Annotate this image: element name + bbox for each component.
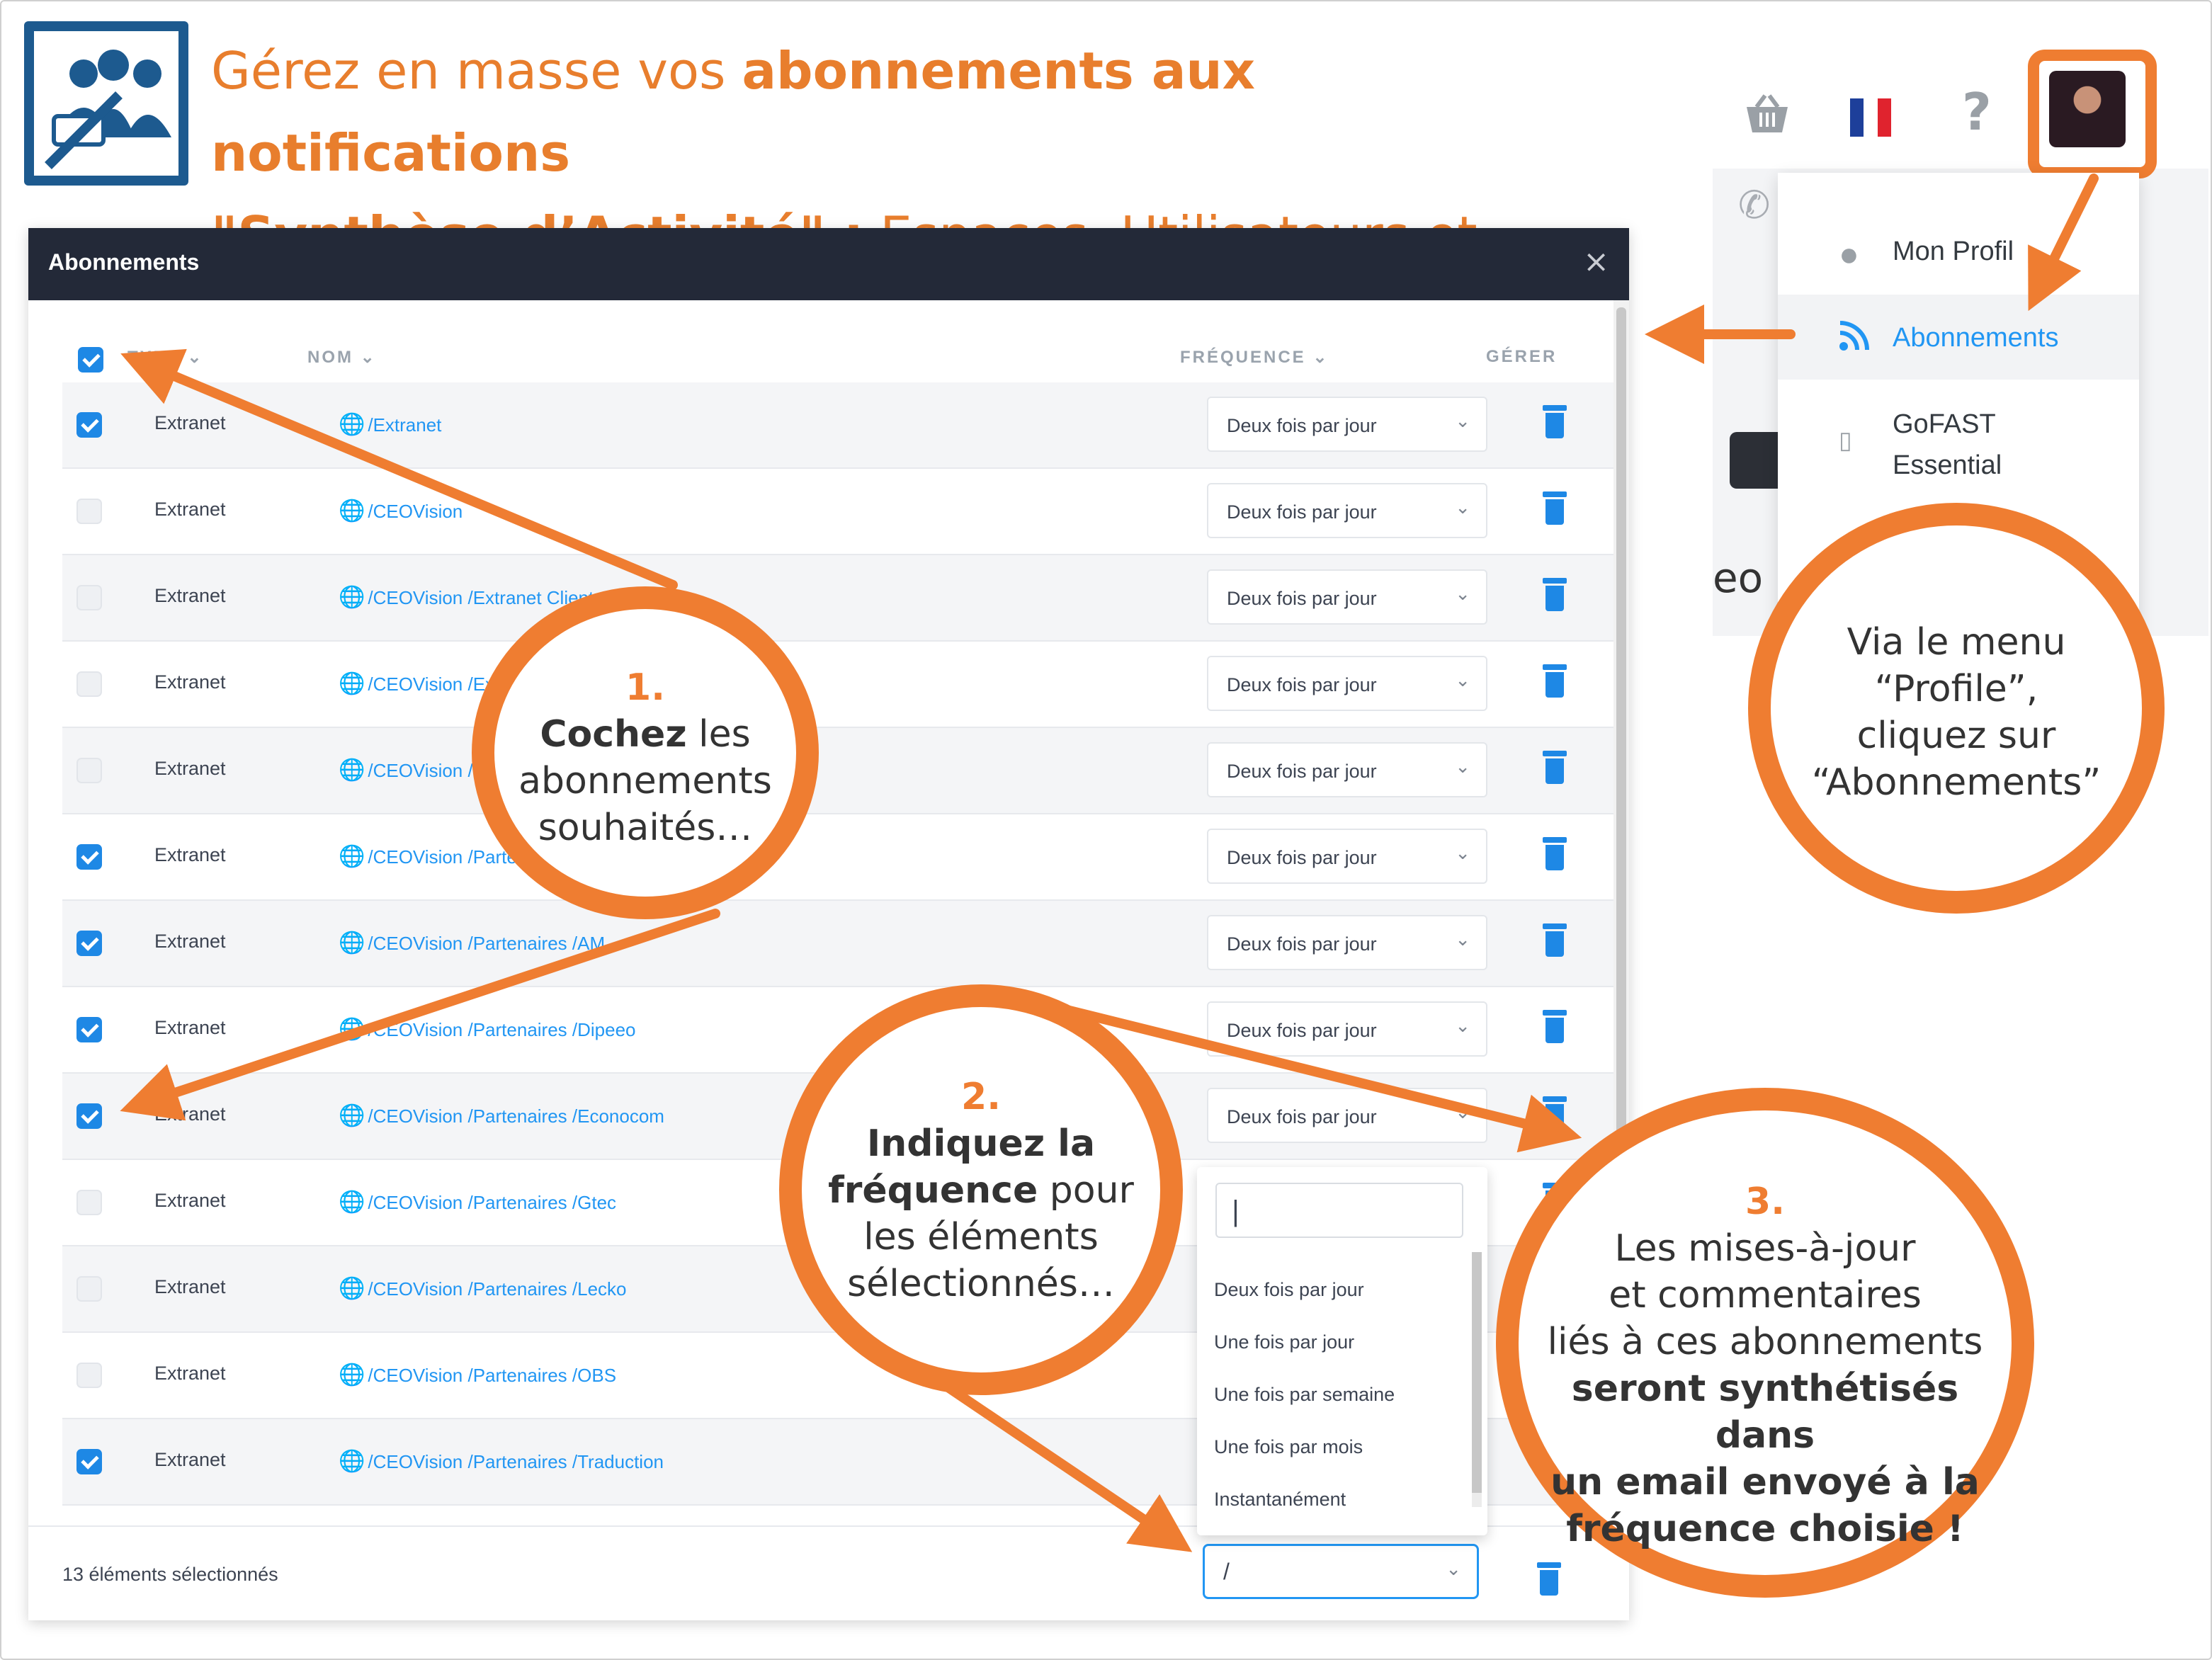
callout-bold: Indiquez la [866,1122,1096,1165]
callout-text: Les mises-à-jour [1614,1227,1916,1270]
callout-text: les éléments [863,1216,1099,1258]
callout-step-1: 1. Cochez les abonnements souhaités… [472,586,819,919]
callout-bold: fréquence [828,1169,1038,1212]
callout-profile-menu: Via le menu “Profile”, cliquez sur “Abon… [1748,503,2165,914]
callout-text: abonnements [518,760,772,802]
arrow-to-bulk-select [944,1383,1193,1552]
step-number: 3. [1745,1181,1785,1223]
callout-bold: un email envoyé à la [1550,1461,1980,1503]
callout-text: souhaités… [538,807,753,849]
callout-bold: Cochez [540,713,687,756]
arrow-to-menu-item [2028,174,2099,312]
callout-text: les [686,713,751,756]
callout-bold: fréquence choisie ! [1566,1508,1964,1550]
callout-text: liés à ces abonnements [1547,1321,1983,1363]
callout-step-2: 2. Indiquez la fréquence pour les élémen… [779,984,1183,1395]
callout-text: “Profile”, [1874,668,2038,710]
step-number: 2. [961,1076,1001,1118]
callout-bold: seront synthétisés dans [1571,1368,1959,1457]
arrow-to-select-all [120,348,678,590]
step-number: 1. [625,666,665,709]
arrow-to-checkbox [120,909,720,1121]
callout-step-3: 3. Les mises-à-jour et commentaires liés… [1496,1088,2034,1598]
callout-text: cliquez sur [1856,715,2056,757]
callout-text: “Abonnements” [1811,761,2102,804]
callout-text: et commentaires [1609,1274,1922,1317]
callout-text: pour [1038,1169,1134,1212]
callout-text: Via le menu [1847,621,2066,664]
callout-text: sélectionnés… [847,1263,1115,1305]
